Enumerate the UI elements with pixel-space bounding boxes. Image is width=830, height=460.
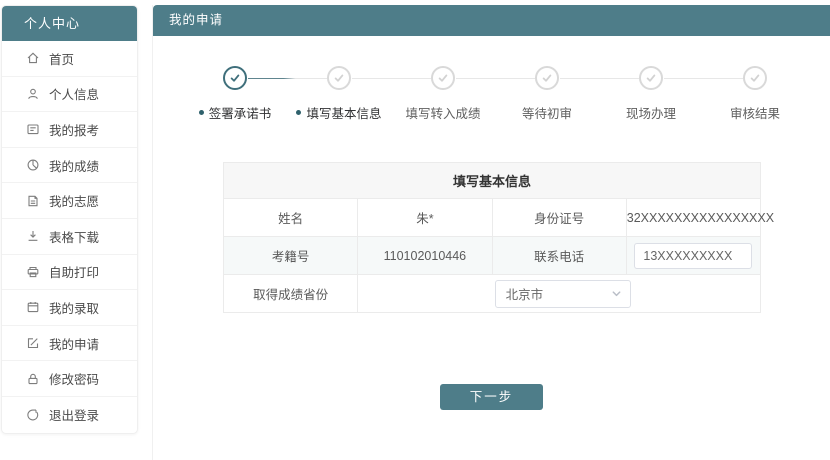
sidebar-item-logout[interactable]: 退出登录 — [2, 397, 137, 433]
step-label: 填写转入成绩 — [405, 107, 481, 121]
sidebar-item-form-download[interactable]: 表格下载 — [2, 219, 137, 255]
name-value: 朱* — [357, 198, 493, 237]
table-row: 取得成绩省份 北京市 — [222, 274, 761, 313]
table-row: 考籍号 110102010446 联系电话 — [222, 236, 762, 275]
sidebar-item-admission[interactable]: 我的录取 — [2, 290, 137, 326]
sidebar-item-home[interactable]: 首页 — [2, 41, 137, 77]
sidebar-item-preferences[interactable]: 我的志愿 — [2, 183, 137, 219]
phone-input[interactable] — [634, 242, 753, 269]
phone-label: 联系电话 — [491, 236, 627, 275]
sidebar: 个人中心 首页 个人信息 我的报考 我的成绩 我的志愿 表格下载 自助打印 我的… — [1, 5, 138, 434]
sidebar-item-label: 我的录取 — [49, 301, 100, 316]
pie-chart-icon — [27, 159, 39, 171]
logout-icon — [27, 409, 39, 421]
sidebar-item-registration[interactable]: 我的报考 — [2, 112, 137, 148]
step-onsite-processing: 现场办理 — [599, 66, 743, 122]
button-row: 下一步 — [153, 384, 830, 410]
chevron-down-icon — [612, 291, 621, 297]
progress-stepper: 签署承诺书 填写基本信息 填写转入成绩 等待初审 现场办理 审核结果 — [183, 66, 807, 122]
id-number-label: 身份证号 — [491, 198, 627, 237]
step-basic-info: 填写基本信息 — [287, 66, 431, 122]
exam-id-value: 110102010446 — [357, 236, 493, 275]
sidebar-item-application[interactable]: 我的申请 — [2, 326, 137, 362]
step-check-icon — [535, 66, 559, 90]
step-label: 现场办理 — [625, 107, 676, 121]
step-label: 签署承诺书 — [208, 107, 272, 121]
form-title: 填写基本信息 — [223, 162, 761, 199]
step-check-icon — [639, 66, 663, 90]
step-check-icon — [223, 66, 247, 90]
sidebar-item-change-password[interactable]: 修改密码 — [2, 361, 137, 397]
sidebar-item-scores[interactable]: 我的成绩 — [2, 148, 137, 184]
sidebar-item-self-print[interactable]: 自助打印 — [2, 255, 137, 291]
table-row: 姓名 朱* 身份证号 32XXXXXXXXXXXXXXXX — [222, 198, 774, 237]
sidebar-item-label: 我的志愿 — [49, 195, 100, 210]
step-initial-review: 等待初审 — [495, 66, 639, 122]
next-step-button[interactable]: 下一步 — [440, 384, 543, 410]
download-icon — [28, 231, 38, 242]
edit-icon — [27, 338, 39, 349]
step-check-icon — [743, 66, 767, 90]
step-dot — [198, 110, 204, 115]
step-transfer-scores: 填写转入成绩 — [391, 66, 535, 122]
page-title: 我的申请 — [153, 5, 830, 36]
lock-icon — [28, 373, 38, 384]
main-panel: 我的申请 签署承诺书 填写基本信息 填写转入成绩 等待初审 现场办理 审核结果 — [152, 5, 830, 460]
step-sign-commitment: 签署承诺书 — [183, 66, 327, 122]
province-label: 取得成绩省份 — [222, 274, 359, 313]
step-check-icon — [327, 66, 351, 90]
sidebar-item-label: 首页 — [49, 52, 75, 67]
sidebar-item-label: 我的报考 — [49, 123, 100, 138]
sidebar-item-label: 修改密码 — [49, 373, 100, 388]
step-review-result: 审核结果 — [703, 66, 807, 122]
province-selected-value: 北京市 — [505, 288, 544, 302]
sidebar-item-profile[interactable]: 个人信息 — [2, 77, 137, 113]
id-number-value: 32XXXXXXXXXXXXXXXX — [625, 198, 774, 237]
exam-id-label: 考籍号 — [222, 236, 359, 275]
step-label: 填写基本信息 — [306, 107, 382, 121]
sidebar-item-label: 我的申请 — [49, 337, 100, 352]
basic-info-table: 填写基本信息 姓名 朱* 身份证号 32XXXXXXXXXXXXXXXX 考籍号… — [222, 162, 774, 313]
sidebar-item-label: 表格下载 — [49, 230, 100, 245]
document-icon — [28, 195, 38, 206]
sidebar-item-label: 个人信息 — [49, 88, 100, 103]
user-icon — [28, 88, 38, 99]
step-label: 等待初审 — [521, 107, 572, 121]
sidebar-item-label: 自助打印 — [49, 266, 100, 281]
step-dot — [296, 110, 302, 115]
sidebar-item-label: 我的成绩 — [49, 159, 100, 174]
calendar-icon — [27, 302, 39, 313]
sidebar-title: 个人中心 — [2, 6, 137, 41]
step-check-icon — [431, 66, 455, 90]
printer-icon — [27, 266, 39, 278]
home-icon — [27, 52, 39, 64]
name-label: 姓名 — [222, 198, 359, 237]
step-label: 审核结果 — [729, 107, 780, 121]
province-select[interactable]: 北京市 — [494, 279, 631, 308]
register-icon — [27, 124, 39, 135]
sidebar-item-label: 退出登录 — [49, 409, 100, 424]
